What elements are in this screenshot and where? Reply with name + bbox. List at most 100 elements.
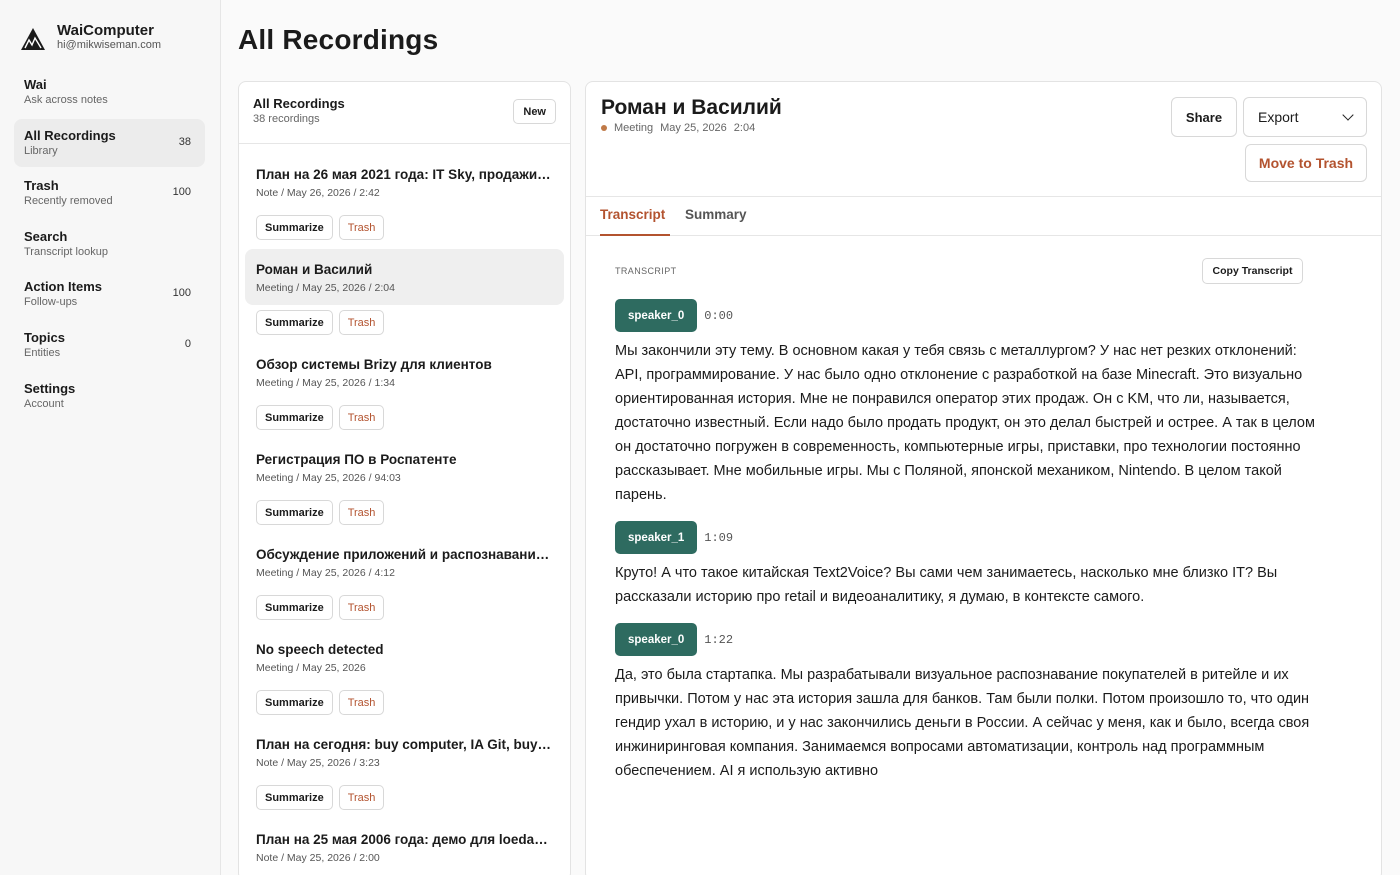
list-item-meta: Meeting / May 25, 2026 / 94:03: [256, 472, 401, 484]
segment-timestamp[interactable]: 1:09: [704, 531, 733, 545]
sidebar-item-sub: Transcript lookup: [24, 245, 108, 258]
chevron-down-icon: [1342, 109, 1354, 121]
sidebar-item-settings[interactable]: Settings Account: [14, 372, 205, 420]
list-header: All Recordings 38 recordings New: [239, 82, 570, 144]
segment-timestamp[interactable]: 0:00: [704, 309, 733, 323]
list-item-meta: Meeting / May 25, 2026 / 2:04: [256, 282, 395, 294]
speaker-badge: speaker_0: [615, 299, 698, 332]
summarize-button[interactable]: Summarize: [256, 690, 333, 715]
summarize-button[interactable]: Summarize: [256, 785, 333, 810]
sidebar-item-search[interactable]: Search Transcript lookup: [14, 220, 205, 268]
sidebar-item-topics[interactable]: Topics Entities 0: [14, 321, 205, 369]
sidebar-item-trash[interactable]: Trash Recently removed 100: [14, 169, 205, 217]
list-item-meta: Note / May 25, 2026 / 3:23: [256, 757, 380, 769]
sidebar-item-label: Topics: [24, 329, 65, 345]
trash-button[interactable]: Trash: [338, 785, 385, 810]
list-item-title: No speech detected: [256, 642, 384, 657]
list-item-card[interactable]: No speech detected Meeting / May 25, 202…: [245, 629, 564, 685]
sidebar-item-count: 0: [184, 337, 191, 350]
segment-text: Круто! А что такое китайская Text2Voice?…: [615, 565, 1278, 605]
trash-button[interactable]: Trash: [338, 595, 385, 620]
sidebar-item-all-recordings[interactable]: All Recordings Library 38: [14, 118, 205, 167]
active-tab-indicator: [600, 234, 670, 236]
transcript-segment: speaker_0 1:22 Да, это была стартапка. М…: [615, 623, 1315, 783]
sidebar-item-count: 100: [172, 287, 191, 300]
export-select[interactable]: Export: [1243, 97, 1367, 137]
trash-button[interactable]: Trash: [338, 500, 385, 525]
list-item-meta: Meeting / May 25, 2026 / 4:12: [256, 567, 395, 579]
sidebar: WaiComputer hi@mikwiseman.com Wai Ask ac…: [0, 0, 221, 875]
sidebar-item-count: 100: [172, 186, 191, 199]
list-item-card[interactable]: План на 25 мая 2006 года: демо для loeda…: [245, 819, 564, 875]
trash-button[interactable]: Trash: [338, 310, 385, 335]
sidebar-item-action-items[interactable]: Action Items Follow-ups 100: [14, 270, 205, 318]
segment-text: Мы закончили эту тему. В основном какая …: [615, 343, 1315, 503]
list-item-title: Роман и Василий: [256, 262, 373, 277]
sidebar-item-sub: Account: [24, 397, 64, 410]
export-select-value: Export: [1258, 109, 1299, 125]
list-item-card[interactable]: Обзор системы Brizy для клиентов Meeting…: [245, 344, 564, 400]
list-item-card[interactable]: План на 26 мая 2021 года: IT Sky, продаж…: [245, 154, 564, 210]
sidebar-item-label: Action Items: [24, 279, 103, 295]
segment-timestamp[interactable]: 1:22: [704, 633, 733, 647]
summarize-button[interactable]: Summarize: [256, 310, 333, 335]
list-item-meta: Note / May 25, 2026 / 2:00: [256, 852, 380, 864]
meeting-dot-icon: [601, 125, 607, 131]
brand-email: hi@mikwiseman.com: [57, 39, 162, 51]
trash-button[interactable]: Trash: [338, 215, 385, 240]
list-item: Роман и Василий Meeting / May 25, 2026 /…: [239, 249, 570, 344]
recordings-list-panel: All Recordings 38 recordings New План на…: [238, 81, 571, 875]
logo-icon: [21, 28, 45, 50]
sidebar-item-label: Trash: [24, 178, 59, 194]
sidebar-item-sub: Ask across notes: [24, 94, 108, 106]
trash-button[interactable]: Trash: [338, 405, 385, 430]
list-item: Регистрация ПО в Роспатенте Meeting / Ma…: [239, 439, 570, 534]
list-item-card[interactable]: План на сегодня: buy computer, IA Git, b…: [245, 724, 564, 780]
list-item-title: Обсуждение приложений и распознавания р.…: [256, 547, 553, 562]
trash-button[interactable]: Trash: [338, 690, 385, 715]
sidebar-item-sub: Library: [24, 144, 58, 157]
detail-tabs: Transcript Summary: [586, 196, 1381, 236]
summarize-button[interactable]: Summarize: [256, 500, 333, 525]
list-item: Обсуждение приложений и распознавания р.…: [239, 534, 570, 629]
transcript-section-label: TRANSCRIPT: [615, 266, 677, 276]
list-item: План на 25 мая 2006 года: демо для loeda…: [239, 819, 570, 875]
list-item-title: План на сегодня: buy computer, IA Git, b…: [256, 737, 553, 752]
recording-title: Роман и Василий: [601, 96, 782, 119]
list-item-card[interactable]: Роман и Василий Meeting / May 25, 2026 /…: [245, 249, 564, 305]
move-to-trash-button[interactable]: Move to Trash: [1245, 144, 1367, 182]
list-title: All Recordings: [253, 96, 345, 111]
list-count: 38 recordings: [253, 113, 320, 125]
list-item-title: Регистрация ПО в Роспатенте: [256, 452, 457, 467]
share-button[interactable]: Share: [1171, 97, 1237, 137]
sidebar-item-label: Settings: [24, 380, 76, 396]
summarize-button[interactable]: Summarize: [256, 215, 333, 240]
summarize-button[interactable]: Summarize: [256, 405, 333, 430]
transcript-segment: speaker_1 1:09 Круто! А что такое китайс…: [615, 521, 1315, 609]
recording-type: Meeting: [614, 122, 654, 134]
new-recording-button[interactable]: New: [513, 99, 556, 124]
brand-name: WaiComputer: [57, 22, 154, 39]
sidebar-item-sub: Recently removed: [24, 195, 113, 208]
sidebar-item-wai[interactable]: Wai Ask across notes: [14, 68, 205, 116]
segment-text: Да, это была стартапка. Мы разрабатывали…: [615, 667, 1310, 779]
brand: WaiComputer hi@mikwiseman.com: [20, 22, 161, 52]
summarize-button[interactable]: Summarize: [256, 595, 333, 620]
recording-detail-panel: Роман и Василий Meeting May 25, 2026 2:0…: [585, 81, 1382, 875]
list-item: Обзор системы Brizy для клиентов Meeting…: [239, 344, 570, 439]
sidebar-item-count: 38: [178, 135, 191, 148]
recording-date: May 25, 2026: [660, 122, 727, 134]
tab-transcript[interactable]: Transcript: [600, 207, 665, 222]
list-item: План на 26 мая 2021 года: IT Sky, продаж…: [239, 154, 570, 249]
sidebar-item-label: Search: [24, 228, 68, 244]
sidebar-nav: Wai Ask across notes All Recordings Libr…: [14, 68, 205, 422]
recording-meta: Meeting May 25, 2026 2:04: [601, 122, 762, 134]
sidebar-item-sub: Entities: [24, 346, 61, 359]
list-item: No speech detected Meeting / May 25, 202…: [239, 629, 570, 724]
list-item-card[interactable]: Регистрация ПО в Роспатенте Meeting / Ma…: [245, 439, 564, 495]
copy-transcript-button[interactable]: Copy Transcript: [1202, 258, 1303, 284]
transcript-segment: speaker_0 0:00 Мы закончили эту тему. В …: [615, 299, 1315, 507]
list-item-title: План на 25 мая 2006 года: демо для loeda…: [256, 832, 553, 847]
tab-summary[interactable]: Summary: [685, 207, 747, 222]
list-item-card[interactable]: Обсуждение приложений и распознавания р.…: [245, 534, 564, 590]
